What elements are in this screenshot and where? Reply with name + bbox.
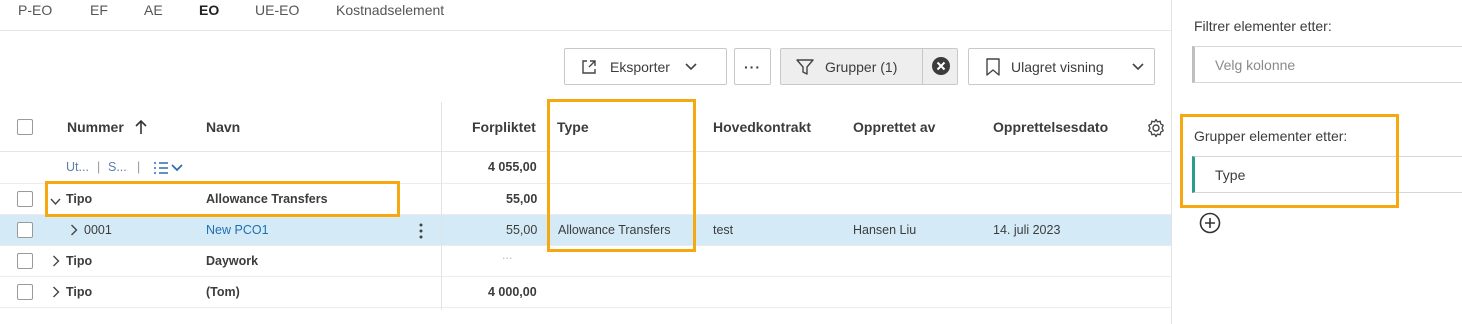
column-header-name[interactable]: Navn (206, 119, 240, 135)
tab-bar: P-EO EF AE EO UE-EO Kostnadselement (0, 0, 1172, 31)
column-header-created-date[interactable]: Opprettelsesdato (993, 119, 1108, 135)
item-created-by: Hansen Liu (853, 223, 917, 237)
summary-row: Ut... | S... | 4 055,00 (0, 152, 1172, 184)
filter-column-select[interactable]: Velg kolonne (1192, 46, 1462, 83)
list-options-icon[interactable] (152, 161, 184, 178)
item-created-date: 14. juli 2023 (993, 223, 1061, 237)
chevron-down-icon (1131, 62, 1145, 72)
filter-funnel-icon (795, 57, 815, 77)
group-name: (Tom) (206, 285, 240, 299)
group-committed: 55,00 (506, 192, 538, 206)
saved-view-dropdown[interactable]: Ulagret visning (968, 48, 1155, 85)
group-committed: ... (502, 248, 513, 262)
total-committed: 4 055,00 (488, 160, 537, 174)
group-by-label: Grupper elementer etter: (1194, 128, 1348, 144)
row-checkbox[interactable] (17, 191, 33, 207)
group-name: Allowance Transfers (206, 192, 328, 206)
chevron-right-icon[interactable] (70, 224, 78, 239)
group-name: Daywork (206, 254, 259, 268)
summary-divider: | (97, 160, 101, 174)
column-filter-status[interactable]: S... (108, 160, 127, 174)
button-divider (922, 49, 923, 84)
group-label: Tipo (66, 192, 93, 206)
export-button[interactable]: Eksporter (564, 48, 727, 85)
tab-eo[interactable]: EO (199, 2, 219, 18)
tab-ef[interactable]: EF (90, 2, 108, 18)
column-header-number[interactable]: Nummer (67, 119, 124, 135)
item-main-contract: test (713, 223, 734, 237)
chevron-right-icon[interactable] (52, 286, 60, 301)
export-icon (580, 58, 598, 76)
side-panel: Filtrer elementer etter: Velg kolonne Gr… (1171, 0, 1462, 324)
group-label: Tipo (66, 285, 93, 299)
kebab-menu-icon[interactable] (419, 223, 423, 242)
group-label: Tipo (66, 254, 93, 268)
table-row[interactable]: Tipo Daywork ... (0, 246, 1172, 277)
frozen-column-divider (441, 102, 442, 310)
group-label: Grupper (1) (825, 58, 898, 75)
grid-header: Nummer Navn Forpliktet Type Hovedkontrak… (0, 102, 1172, 152)
column-filter-number[interactable]: Ut... (66, 160, 89, 174)
item-name-link[interactable]: New PCO1 (206, 223, 269, 237)
tab-kostnadselement[interactable]: Kostnadselement (336, 2, 444, 18)
more-options-button[interactable]: ··· (734, 48, 771, 85)
export-label: Eksporter (610, 58, 670, 75)
data-grid: Nummer Navn Forpliktet Type Hovedkontrak… (0, 102, 1172, 310)
column-header-main-contract[interactable]: Hovedkontrakt (713, 119, 811, 135)
item-type: Allowance Transfers (558, 223, 671, 237)
filter-label: Filtrer elementer etter: (1194, 18, 1332, 34)
select-all-checkbox[interactable] (17, 119, 33, 135)
row-checkbox[interactable] (17, 222, 33, 238)
row-checkbox[interactable] (17, 253, 33, 269)
column-header-created-by[interactable]: Opprettet av (853, 119, 935, 135)
gear-icon[interactable] (1146, 118, 1166, 141)
item-number: 0001 (84, 223, 112, 237)
add-group-icon[interactable] (1199, 212, 1221, 234)
tab-ae[interactable]: AE (144, 2, 163, 18)
chevron-down-icon (684, 62, 698, 72)
summary-divider: | (137, 160, 141, 174)
clear-group-icon[interactable] (931, 56, 951, 76)
group-button[interactable]: Grupper (1) (780, 48, 958, 85)
tab-p-eo[interactable]: P-EO (18, 2, 52, 18)
group-by-select[interactable]: Type (1192, 156, 1462, 193)
column-header-type[interactable]: Type (557, 119, 589, 135)
item-committed: 55,00 (506, 223, 538, 237)
view-label: Ulagret visning (1011, 58, 1104, 75)
group-committed: 4 000,00 (488, 285, 537, 299)
table-row[interactable]: 0001 New PCO1 55,00 Allowance Transfers … (0, 215, 1172, 246)
table-row[interactable]: Tipo (Tom) 4 000,00 (0, 277, 1172, 308)
table-row[interactable]: Tipo Allowance Transfers 55,00 (0, 184, 1172, 215)
bookmark-icon (985, 57, 1001, 77)
chevron-right-icon[interactable] (52, 255, 60, 270)
chevron-down-icon[interactable] (50, 194, 61, 209)
sort-ascending-icon[interactable] (134, 119, 148, 138)
row-checkbox[interactable] (17, 284, 33, 300)
column-header-committed[interactable]: Forpliktet (472, 119, 536, 135)
tab-ue-eo[interactable]: UE-EO (255, 2, 299, 18)
more-icon: ··· (744, 58, 761, 75)
